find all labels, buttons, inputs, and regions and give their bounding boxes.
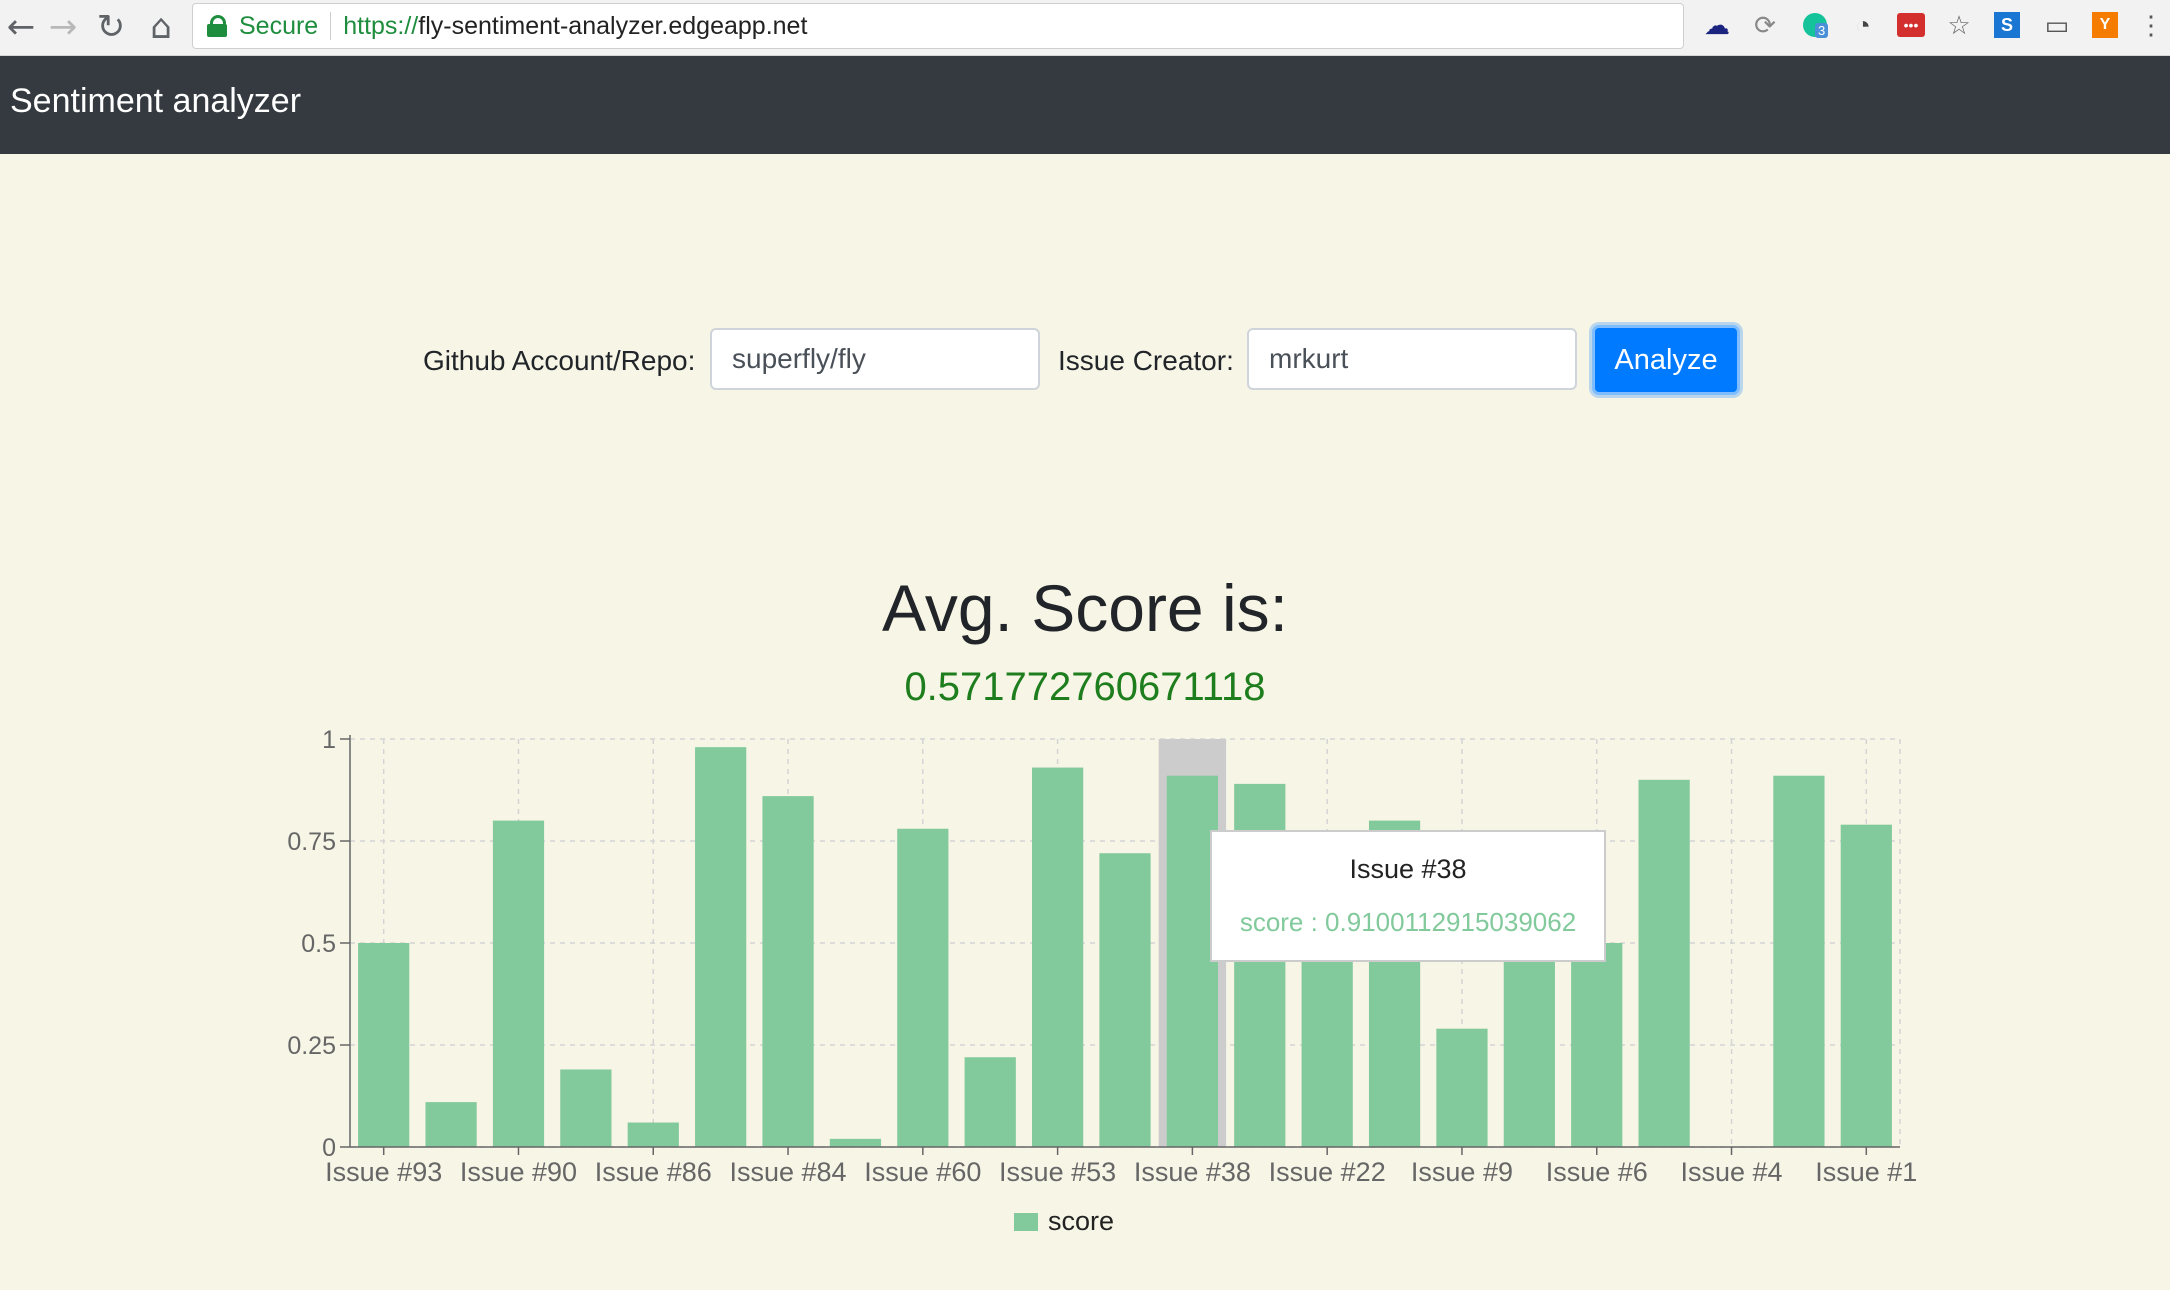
x-tick-label: Issue #90 <box>460 1157 577 1187</box>
x-tick-label: Issue #6 <box>1546 1157 1648 1187</box>
bar-issue85 <box>695 747 747 1147</box>
legend-label: score <box>1048 1206 1115 1236</box>
tooltip-title: Issue #38 <box>1349 854 1467 884</box>
bar-issue92 <box>425 1102 477 1147</box>
x-tick-label: Issue #60 <box>864 1157 981 1187</box>
x-tick-label: Issue #22 <box>1269 1157 1386 1187</box>
x-tick-label: Issue #86 <box>595 1157 712 1187</box>
y-tick-label: 0.25 <box>287 1032 336 1060</box>
bar-issue3 <box>1773 775 1825 1147</box>
bar-issue84 <box>762 796 814 1147</box>
bar-issue22 <box>1301 943 1353 1147</box>
bar-issue5 <box>1638 779 1690 1147</box>
x-tick-label: Issue #84 <box>729 1157 846 1187</box>
x-tick-label: Issue #93 <box>325 1157 442 1187</box>
bar-issue61 <box>829 1138 882 1147</box>
bar-issue1 <box>1840 824 1892 1147</box>
bar-issue89 <box>560 1069 612 1147</box>
x-tick-label: Issue #4 <box>1680 1157 1782 1187</box>
bar-issue54 <box>964 1057 1016 1147</box>
bar-issue90 <box>492 820 545 1147</box>
bar-issue86 <box>627 1122 679 1147</box>
tooltip-score: score : 0.9100112915039062 <box>1239 907 1577 937</box>
bar-issue39 <box>1099 853 1151 1147</box>
bar-issue60 <box>897 828 949 1147</box>
bar-issue9 <box>1436 1028 1488 1147</box>
y-tick-label: 0.75 <box>287 828 336 856</box>
x-tick-label: Issue #38 <box>1134 1157 1251 1187</box>
bar-issue6 <box>1571 943 1623 1147</box>
y-tick-label: 1 <box>322 726 336 754</box>
y-tick-label: 0.5 <box>301 930 336 958</box>
bar-issue8 <box>1503 943 1555 1147</box>
score-bar-chart: 00.250.50.751Issue #93 Issue #90 Issue #86… <box>287 726 1917 1187</box>
bar-issue53 <box>1032 767 1084 1147</box>
chart-legend[interactable]: score <box>1014 1206 1114 1237</box>
chart-tooltip: Issue #38 score : 0.9100112915039062 <box>1210 830 1606 962</box>
x-tick-label: Issue #1 <box>1815 1157 1917 1187</box>
bar-issue93 <box>358 943 410 1147</box>
x-tick-label: Issue #53 <box>999 1157 1116 1187</box>
legend-swatch <box>1014 1212 1038 1231</box>
x-tick-label: Issue #9 <box>1411 1157 1513 1187</box>
